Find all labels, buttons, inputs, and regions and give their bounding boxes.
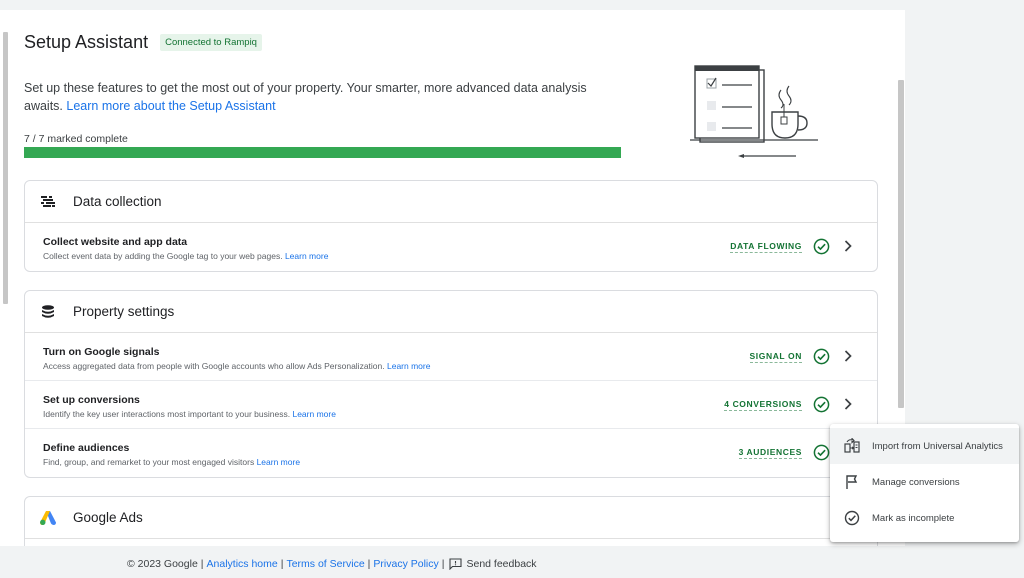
section-title: Data collection (73, 194, 162, 209)
menu-item-label: Import from Universal Analytics (872, 440, 1003, 452)
check-circle-icon (813, 348, 830, 365)
terms-link[interactable]: Terms of Service (286, 558, 364, 570)
row-subtitle: Find, group, and remarket to your most e… (43, 457, 301, 467)
left-scrollbar[interactable] (3, 32, 8, 304)
analytics-home-link[interactable]: Analytics home (207, 558, 278, 570)
row-title: Define audiences (43, 442, 130, 454)
menu-item-label: Mark as incomplete (872, 512, 955, 524)
database-icon (39, 303, 57, 321)
status-badge[interactable]: 3 AUDIENCES (738, 447, 802, 459)
section-title: Google Ads (73, 510, 143, 525)
page-title: Setup Assistant (24, 32, 149, 52)
row-title: Collect website and app data (43, 236, 188, 248)
privacy-link[interactable]: Privacy Policy (373, 558, 438, 570)
title-row: Setup Assistant Connected to Rampiq (24, 32, 262, 53)
section-header: Property settings (25, 291, 877, 333)
check-circle-icon (813, 238, 830, 255)
task-row-google-signals[interactable]: Turn on Google signals Access aggregated… (25, 333, 877, 381)
import-icon (844, 438, 860, 453)
row-subtitle: Identify the key user interactions most … (43, 409, 336, 419)
learn-more-link[interactable]: Learn more (387, 361, 430, 371)
connection-badge: Connected to Rampiq (160, 34, 262, 51)
send-feedback-link[interactable]: Send feedback (466, 558, 536, 570)
footer: © 2023 Google | Analytics home | Terms o… (127, 558, 537, 570)
menu-item-mark-incomplete[interactable]: Mark as incomplete (830, 500, 1019, 536)
row-subtitle: Access aggregated data from people with … (43, 361, 431, 371)
row-context-menu: Import from Universal Analytics Manage c… (830, 424, 1019, 542)
progress-bar-fill (24, 147, 621, 158)
section-data-collection: Data collection Collect website and app … (24, 180, 878, 272)
menu-item-manage-conversions[interactable]: Manage conversions (830, 464, 1019, 500)
copyright-text: © 2023 Google (127, 558, 198, 570)
google-ads-icon (39, 509, 57, 527)
progress-bar (24, 147, 621, 158)
learn-more-link[interactable]: Learn more (257, 457, 300, 467)
chevron-right-icon[interactable] (841, 397, 855, 411)
progress-label: 7 / 7 marked complete (24, 133, 128, 145)
section-title: Property settings (73, 304, 175, 319)
section-property-settings: Property settings Turn on Google signals… (24, 290, 878, 478)
check-circle-icon (813, 396, 830, 413)
menu-item-label: Manage conversions (872, 476, 960, 488)
task-row-conversions[interactable]: Set up conversions Identify the key user… (25, 381, 877, 429)
status-badge[interactable]: 4 CONVERSIONS (724, 399, 802, 411)
check-circle-icon (844, 510, 860, 526)
status-badge[interactable]: SIGNAL ON (749, 351, 802, 363)
setup-assistant-card: Setup Assistant Connected to Rampiq Set … (0, 10, 905, 546)
tag-manager-icon (39, 193, 57, 211)
row-title: Turn on Google signals (43, 346, 160, 358)
right-scrollbar[interactable] (898, 80, 904, 408)
task-row-collect-data[interactable]: Collect website and app data Collect eve… (25, 223, 877, 271)
flag-icon (846, 475, 858, 489)
row-title: Set up conversions (43, 394, 140, 406)
feedback-icon (449, 558, 463, 570)
status-badge[interactable]: DATA FLOWING (730, 241, 802, 253)
learn-more-link[interactable]: Learn more (292, 409, 335, 419)
section-header: Data collection (25, 181, 877, 223)
row-subtitle: Collect event data by adding the Google … (43, 251, 329, 261)
learn-more-setup-link[interactable]: Learn more about the Setup Assistant (66, 99, 275, 113)
page-description: Set up these features to get the most ou… (24, 79, 624, 115)
notepad-coffee-illustration (690, 65, 818, 158)
section-header: Google Ads (25, 497, 877, 539)
menu-item-import-ua[interactable]: Import from Universal Analytics (830, 428, 1019, 464)
chevron-right-icon[interactable] (841, 239, 855, 253)
task-row-audiences[interactable]: Define audiences Find, group, and remark… (25, 429, 877, 477)
learn-more-link[interactable]: Learn more (285, 251, 328, 261)
chevron-right-icon[interactable] (841, 349, 855, 363)
check-circle-icon (813, 444, 830, 461)
section-google-ads: Google Ads (24, 496, 878, 546)
